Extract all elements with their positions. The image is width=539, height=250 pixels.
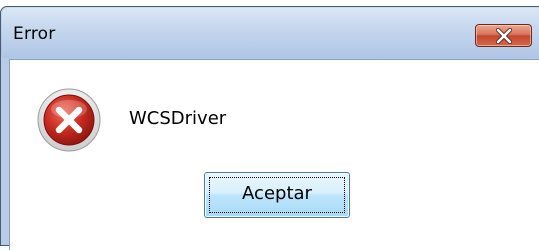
error-dialog: Error WCSDriver Aceptar xyxy=(0,0,539,250)
error-message: WCSDriver xyxy=(129,108,227,129)
dialog-frame: Error WCSDriver Aceptar xyxy=(0,6,539,250)
close-button[interactable] xyxy=(475,24,532,47)
title-bar[interactable]: Error xyxy=(2,8,539,58)
dialog-body: WCSDriver Aceptar xyxy=(9,59,539,250)
ok-button-label: Aceptar xyxy=(242,183,312,204)
close-icon xyxy=(495,28,513,44)
error-icon xyxy=(37,88,101,152)
dialog-title: Error xyxy=(13,24,56,44)
ok-button[interactable]: Aceptar xyxy=(204,172,350,218)
